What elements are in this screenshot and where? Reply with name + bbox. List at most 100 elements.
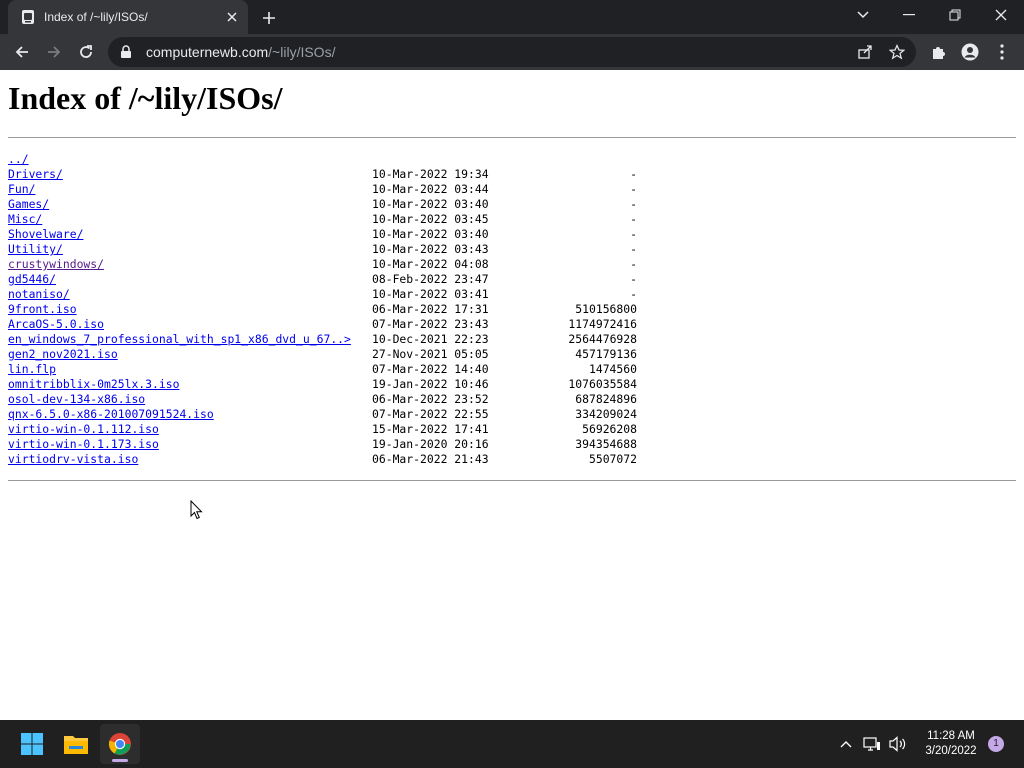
- entry-link[interactable]: notaniso/: [8, 287, 70, 302]
- reload-button[interactable]: [72, 38, 100, 66]
- entry-link[interactable]: Drivers/: [8, 167, 63, 182]
- entry-link[interactable]: Games/: [8, 197, 49, 212]
- entry-link[interactable]: omnitribblix-0m25lx.3.iso: [8, 377, 179, 392]
- minimize-button[interactable]: [886, 0, 932, 30]
- entry-link[interactable]: Utility/: [8, 242, 63, 257]
- mouse-cursor-icon: [190, 500, 203, 520]
- entry-link[interactable]: virtio-win-0.1.173.iso: [8, 437, 159, 452]
- bookmark-star-icon[interactable]: [888, 43, 906, 61]
- entry-size: -: [630, 182, 637, 196]
- file-explorer-button[interactable]: [56, 724, 96, 764]
- kebab-menu-icon: [1000, 44, 1004, 60]
- chrome-icon: [108, 733, 131, 755]
- file-explorer-icon: [64, 736, 88, 754]
- entry-link[interactable]: gd5446/: [8, 272, 56, 287]
- entry-size: -: [630, 272, 637, 286]
- chrome-taskbar-button[interactable]: [100, 724, 140, 764]
- forward-arrow-icon: [48, 46, 61, 58]
- entry-link[interactable]: Fun/: [8, 182, 35, 197]
- entry-link[interactable]: virtiodrv-vista.iso: [8, 452, 138, 467]
- address-bar[interactable]: computernewb.com/~lily/ISOs/: [108, 37, 916, 67]
- entry-date: 06-Mar-2022 17:31: [372, 302, 489, 316]
- entry-link[interactable]: ArcaOS-5.0.iso: [8, 317, 104, 332]
- browser-toolbar: computernewb.com/~lily/ISOs/: [0, 34, 1024, 70]
- entry-link[interactable]: lin.flp: [8, 362, 56, 377]
- active-app-indicator: [112, 759, 128, 762]
- back-button[interactable]: [8, 38, 36, 66]
- url-host: computernewb.com: [146, 44, 269, 60]
- entry-size: 2564476928: [568, 332, 637, 346]
- entry-link[interactable]: 9front.iso: [8, 302, 77, 317]
- top-divider: [8, 137, 1016, 138]
- entry-link[interactable]: qnx-6.5.0-x86-201007091524.iso: [8, 407, 214, 422]
- entry-date: 10-Mar-2022 03:45: [372, 212, 489, 226]
- puzzle-icon: [933, 47, 945, 59]
- clock-date: 3/20/2022: [925, 745, 977, 757]
- close-icon[interactable]: [224, 9, 240, 25]
- extensions-button[interactable]: [926, 40, 950, 64]
- browser-tab[interactable]: Index of /~lily/ISOs/: [8, 0, 248, 34]
- entry-date: 06-Mar-2022 23:52: [372, 392, 489, 406]
- entry-date: 07-Mar-2022 23:43: [372, 317, 489, 331]
- entry-link[interactable]: Shovelware/: [8, 227, 83, 242]
- volume-button[interactable]: [888, 734, 908, 754]
- forward-button[interactable]: [40, 38, 68, 66]
- entry-date: 07-Mar-2022 14:40: [372, 362, 489, 376]
- minimize-icon: [903, 14, 915, 16]
- entry-size: 1474560: [588, 362, 637, 376]
- entry-link[interactable]: Misc/: [8, 212, 42, 227]
- taskbar-clock[interactable]: 11:28 AM 3/20/2022: [916, 729, 986, 759]
- entry-date: 10-Mar-2022 03:44: [372, 182, 489, 196]
- tab-strip: Index of /~lily/ISOs/: [0, 0, 1024, 34]
- entry-link[interactable]: ../: [8, 152, 29, 167]
- network-button[interactable]: [862, 734, 882, 754]
- close-window-button[interactable]: [978, 0, 1024, 30]
- entry-link[interactable]: osol-dev-134-x86.iso: [8, 392, 145, 407]
- browser-menu-button[interactable]: [990, 40, 1014, 64]
- notification-badge[interactable]: 1: [988, 736, 1004, 752]
- clock-time: 11:28 AM: [927, 730, 975, 742]
- windows-start-button[interactable]: [12, 724, 52, 764]
- url-text: computernewb.com/~lily/ISOs/: [146, 44, 335, 60]
- back-arrow-icon: [15, 46, 28, 58]
- restore-icon: [949, 9, 961, 21]
- speaker-icon: [889, 736, 906, 752]
- new-tab-button[interactable]: [258, 7, 280, 29]
- page-content: Index of /~lily/ISOs/ ../Drivers/10-Mar-…: [0, 70, 1024, 720]
- entry-size: 1174972416: [568, 317, 637, 331]
- chevron-down-icon: [857, 11, 869, 19]
- taskbar: 11:28 AM 3/20/2022 1: [0, 720, 1024, 768]
- entry-size: 5507072: [588, 452, 637, 466]
- entry-size: 334209024: [575, 407, 637, 421]
- entry-link[interactable]: crustywindows/: [8, 257, 104, 272]
- entry-date: 27-Nov-2021 05:05: [372, 347, 489, 361]
- entry-link[interactable]: virtio-win-0.1.112.iso: [8, 422, 159, 437]
- entry-date: 10-Mar-2022 03:40: [372, 197, 489, 211]
- entry-date: 19-Jan-2022 10:46: [372, 377, 489, 391]
- entry-date: 10-Mar-2022 19:34: [372, 167, 489, 181]
- entry-link[interactable]: en_windows_7_professional_with_sp1_x86_d…: [8, 332, 351, 347]
- entry-size: -: [630, 287, 637, 301]
- profile-button[interactable]: [958, 40, 982, 64]
- entry-date: 07-Mar-2022 22:55: [372, 407, 489, 421]
- entry-date: 10-Mar-2022 03:41: [372, 287, 489, 301]
- person-icon: [961, 43, 979, 61]
- site-icon: [20, 9, 36, 25]
- tab-title: Index of /~lily/ISOs/: [44, 10, 148, 24]
- entry-date: 10-Dec-2021 22:23: [372, 332, 489, 346]
- entry-size: 56926208: [582, 422, 637, 436]
- entry-link[interactable]: gen2_nov2021.iso: [8, 347, 118, 362]
- entry-size: -: [630, 257, 637, 271]
- page-title: Index of /~lily/ISOs/: [8, 80, 283, 116]
- share-icon[interactable]: [856, 43, 874, 61]
- entry-size: -: [630, 197, 637, 211]
- entry-date: 10-Mar-2022 03:40: [372, 227, 489, 241]
- entry-date: 10-Mar-2022 03:43: [372, 242, 489, 256]
- tab-search-button[interactable]: [840, 0, 886, 30]
- tray-overflow-button[interactable]: [836, 734, 856, 754]
- entry-size: -: [630, 227, 637, 241]
- url-path: /~lily/ISOs/: [268, 44, 336, 60]
- entry-size: -: [630, 212, 637, 226]
- restore-button[interactable]: [932, 0, 978, 30]
- entry-size: 687824896: [575, 392, 637, 406]
